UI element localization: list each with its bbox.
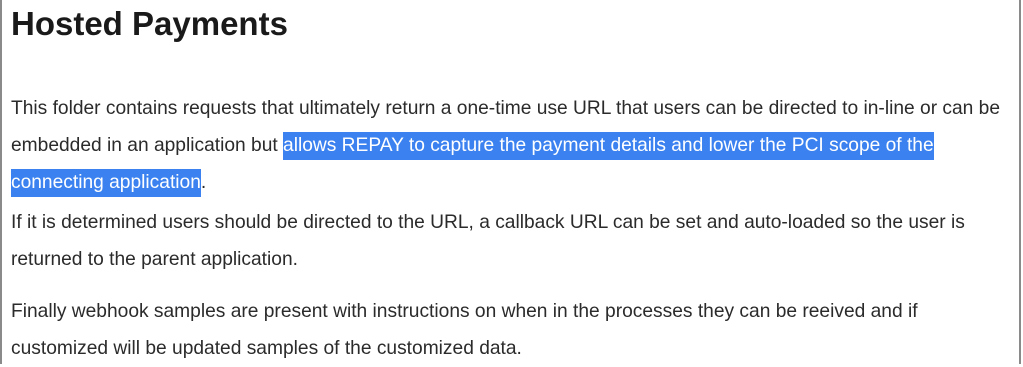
webhook-paragraph: Finally webhook samples are present with… bbox=[11, 301, 918, 359]
intro-period: . bbox=[200, 172, 207, 193]
page-title: Hosted Payments bbox=[11, 5, 288, 42]
document-frame: Hosted Payments This folder contains req… bbox=[0, 0, 1021, 364]
callback-paragraph: If it is determined users should be dire… bbox=[11, 212, 965, 270]
intro-paragraph: This folder contains requests that ultim… bbox=[11, 90, 1019, 201]
